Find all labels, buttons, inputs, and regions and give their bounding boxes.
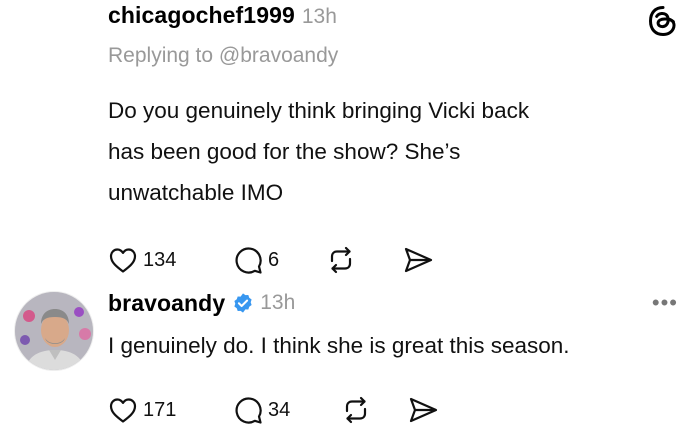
share-button[interactable] bbox=[402, 245, 434, 275]
reply-actions: 171 34 bbox=[108, 390, 700, 430]
comment-count: 34 bbox=[268, 398, 291, 421]
post-text-line: Do you genuinely think bringing Vicki ba… bbox=[108, 98, 530, 123]
post-body: Do you genuinely think bringing Vicki ba… bbox=[108, 90, 678, 213]
verified-badge-icon bbox=[234, 293, 252, 313]
original-post: chicagochef1999 13h Replying to @bravoan… bbox=[108, 0, 700, 280]
avatar[interactable] bbox=[14, 291, 94, 371]
send-icon bbox=[404, 247, 433, 273]
like-button[interactable]: 134 bbox=[108, 246, 233, 274]
heart-icon bbox=[109, 248, 137, 273]
reply-body: I genuinely do. I think she is great thi… bbox=[108, 333, 570, 358]
like-button[interactable]: 171 bbox=[108, 396, 233, 424]
comment-button[interactable]: 6 bbox=[233, 245, 326, 275]
comment-button[interactable]: 34 bbox=[233, 395, 341, 425]
reply-timestamp: 13h bbox=[260, 291, 296, 314]
send-icon bbox=[409, 397, 438, 423]
more-options-icon[interactable]: ••• bbox=[652, 290, 678, 316]
repost-icon bbox=[330, 246, 352, 274]
post-text-line: unwatchable IMO bbox=[108, 180, 284, 205]
avatar-photo bbox=[15, 292, 93, 370]
reply-username[interactable]: bravoandy bbox=[108, 290, 225, 317]
post-actions: 134 6 bbox=[108, 240, 700, 280]
threads-conversation: chicagochef1999 13h Replying to @bravoan… bbox=[0, 0, 700, 430]
like-count: 171 bbox=[143, 398, 177, 421]
post-header: chicagochef1999 13h bbox=[108, 0, 700, 36]
comment-bubble-icon bbox=[235, 397, 262, 424]
share-button[interactable] bbox=[407, 395, 439, 425]
repost-button[interactable] bbox=[326, 245, 402, 275]
post-username[interactable]: chicagochef1999 bbox=[108, 2, 295, 29]
reply-post: bravoandy 13h ••• I genuinely do. I thin… bbox=[108, 286, 700, 430]
comment-count: 6 bbox=[268, 248, 280, 271]
reply-header: bravoandy 13h bbox=[108, 286, 700, 320]
post-timestamp: 13h bbox=[301, 5, 337, 28]
like-count: 134 bbox=[143, 248, 177, 271]
repost-button[interactable] bbox=[341, 395, 407, 425]
comment-bubble-icon bbox=[235, 247, 262, 274]
post-text-line: has been good for the show? She’s bbox=[108, 139, 461, 164]
replying-to-label[interactable]: Replying to @bravoandy bbox=[108, 44, 700, 74]
heart-icon bbox=[109, 398, 137, 423]
repost-icon bbox=[345, 396, 367, 424]
